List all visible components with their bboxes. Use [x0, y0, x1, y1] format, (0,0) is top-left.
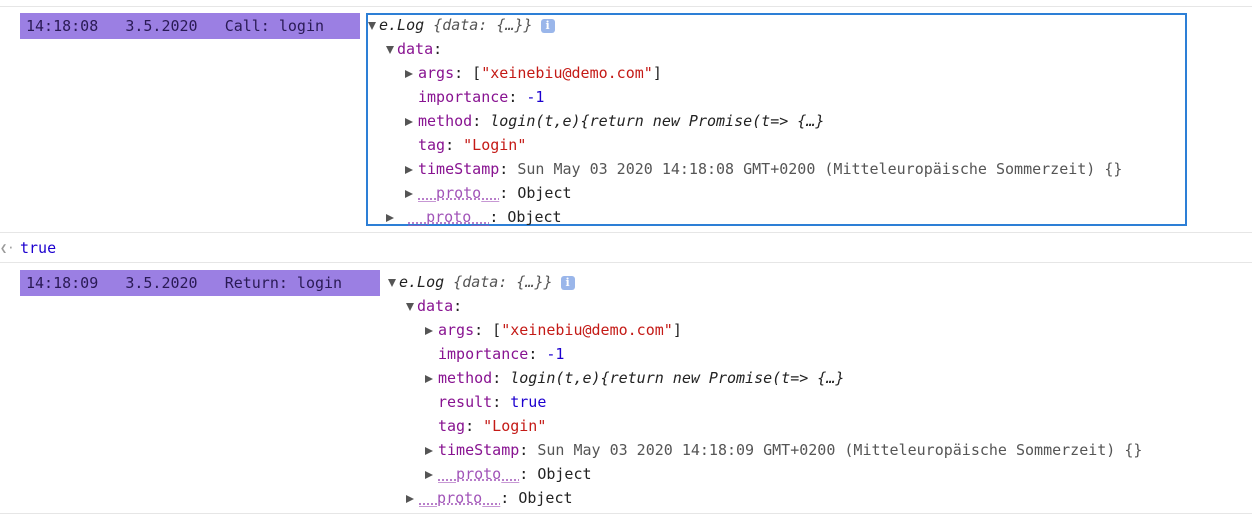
outer-proto-property[interactable]: __proto__: Object: [386, 206, 562, 228]
collapse-triangle-icon[interactable]: [405, 117, 413, 126]
tag-property: tag: "Login": [438, 417, 547, 435]
console-separator: [0, 6, 1252, 7]
log-badge-return: 14:18:09 3.5.2020 Return: login: [20, 270, 380, 296]
args-property[interactable]: args: ["xeinebiu@demo.com"]: [425, 319, 682, 341]
collapse-triangle-icon[interactable]: [425, 326, 433, 335]
return-value: true: [20, 239, 57, 257]
property-key: data: [417, 297, 454, 315]
timestamp-property[interactable]: timeStamp: Sun May 03 2020 14:18:08 GMT+…: [405, 158, 1122, 180]
property-key: method: [418, 112, 473, 130]
return-arrow-icon: ❮·: [0, 241, 15, 255]
log-time: 14:18:09: [26, 274, 99, 292]
expand-triangle-icon[interactable]: [388, 278, 396, 287]
data-property-toggle[interactable]: data:: [406, 295, 462, 317]
collapse-triangle-icon[interactable]: [425, 446, 433, 455]
property-key: method: [438, 369, 493, 387]
object-header-toggle[interactable]: e.Log {data: {…}} i: [388, 271, 575, 293]
log-label: Call: login: [224, 17, 325, 35]
collapse-triangle-icon[interactable]: [425, 470, 433, 479]
info-icon[interactable]: i: [560, 275, 575, 290]
outer-proto-property[interactable]: __proto__: Object: [406, 487, 573, 509]
method-property[interactable]: method: login(t,e){return new Promise(t=…: [425, 367, 844, 389]
expand-triangle-icon[interactable]: [368, 21, 376, 30]
property-value: -1: [526, 88, 545, 106]
property-key: args: [438, 321, 475, 339]
property-value: "xeinebiu@demo.com": [501, 321, 673, 339]
expand-triangle-icon[interactable]: [386, 45, 394, 54]
property-key: timeStamp: [438, 441, 520, 459]
collapse-triangle-icon[interactable]: [386, 213, 394, 222]
property-key: tag: [438, 417, 466, 435]
object-header-toggle[interactable]: e.Log {data: {…}} i: [368, 14, 555, 36]
args-property[interactable]: args: ["xeinebiu@demo.com"]: [405, 62, 662, 84]
result-property: result: true: [438, 393, 547, 411]
importance-property: importance: -1: [438, 345, 565, 363]
property-key: timeStamp: [418, 160, 500, 178]
tag-property: tag: "Login": [418, 136, 527, 154]
property-value: Object: [518, 489, 573, 507]
log-date: 3.5.2020: [125, 17, 198, 35]
collapse-triangle-icon[interactable]: [405, 165, 413, 174]
object-class-name: e.Log: [399, 273, 445, 291]
property-value: Object: [507, 208, 562, 226]
property-value: "Login": [483, 417, 547, 435]
property-value: -1: [546, 345, 565, 363]
property-value: "Login": [463, 136, 527, 154]
property-value: true: [510, 393, 547, 411]
property-key: data: [397, 40, 434, 58]
property-value: Sun May 03 2020 14:18:08 GMT+0200 (Mitte…: [517, 160, 1123, 178]
property-key: tag: [418, 136, 446, 154]
log-date: 3.5.2020: [125, 274, 198, 292]
log-time: 14:18:08: [26, 17, 99, 35]
timestamp-property[interactable]: timeStamp: Sun May 03 2020 14:18:09 GMT+…: [425, 439, 1142, 461]
property-key: result: [438, 393, 493, 411]
property-value: login(t,e){return new Promise(t=> {…}: [490, 112, 825, 130]
log-label: Return: login: [224, 274, 343, 292]
property-value: Object: [517, 184, 572, 202]
info-icon[interactable]: i: [540, 18, 555, 33]
property-value: Object: [537, 465, 592, 483]
method-property[interactable]: method: login(t,e){return new Promise(t=…: [405, 110, 824, 132]
expand-triangle-icon[interactable]: [406, 302, 414, 311]
log-badge-call: 14:18:08 3.5.2020 Call: login: [20, 13, 360, 39]
proto-property[interactable]: __proto__: Object: [425, 463, 592, 485]
console-separator: [0, 262, 1252, 263]
property-key: __proto__: [438, 465, 520, 483]
object-preview: {data: {…}}: [433, 16, 533, 34]
property-key: __proto__: [408, 208, 490, 226]
property-key: __proto__: [419, 489, 501, 507]
proto-property[interactable]: __proto__: Object: [405, 182, 572, 204]
property-value: Sun May 03 2020 14:18:09 GMT+0200 (Mitte…: [537, 441, 1143, 459]
collapse-triangle-icon[interactable]: [405, 69, 413, 78]
data-property-toggle[interactable]: data:: [386, 38, 442, 60]
object-preview: {data: {…}}: [453, 273, 553, 291]
property-key: args: [418, 64, 455, 82]
console-separator: [0, 513, 1252, 514]
importance-property: importance: -1: [418, 88, 545, 106]
property-key: importance: [418, 88, 509, 106]
property-key: __proto__: [418, 184, 500, 202]
collapse-triangle-icon[interactable]: [406, 494, 414, 503]
object-class-name: e.Log: [379, 16, 425, 34]
property-key: importance: [438, 345, 529, 363]
console-separator: [0, 232, 1252, 233]
collapse-triangle-icon[interactable]: [405, 189, 413, 198]
property-value: "xeinebiu@demo.com": [481, 64, 653, 82]
collapse-triangle-icon[interactable]: [425, 374, 433, 383]
property-value: login(t,e){return new Promise(t=> {…}: [510, 369, 845, 387]
